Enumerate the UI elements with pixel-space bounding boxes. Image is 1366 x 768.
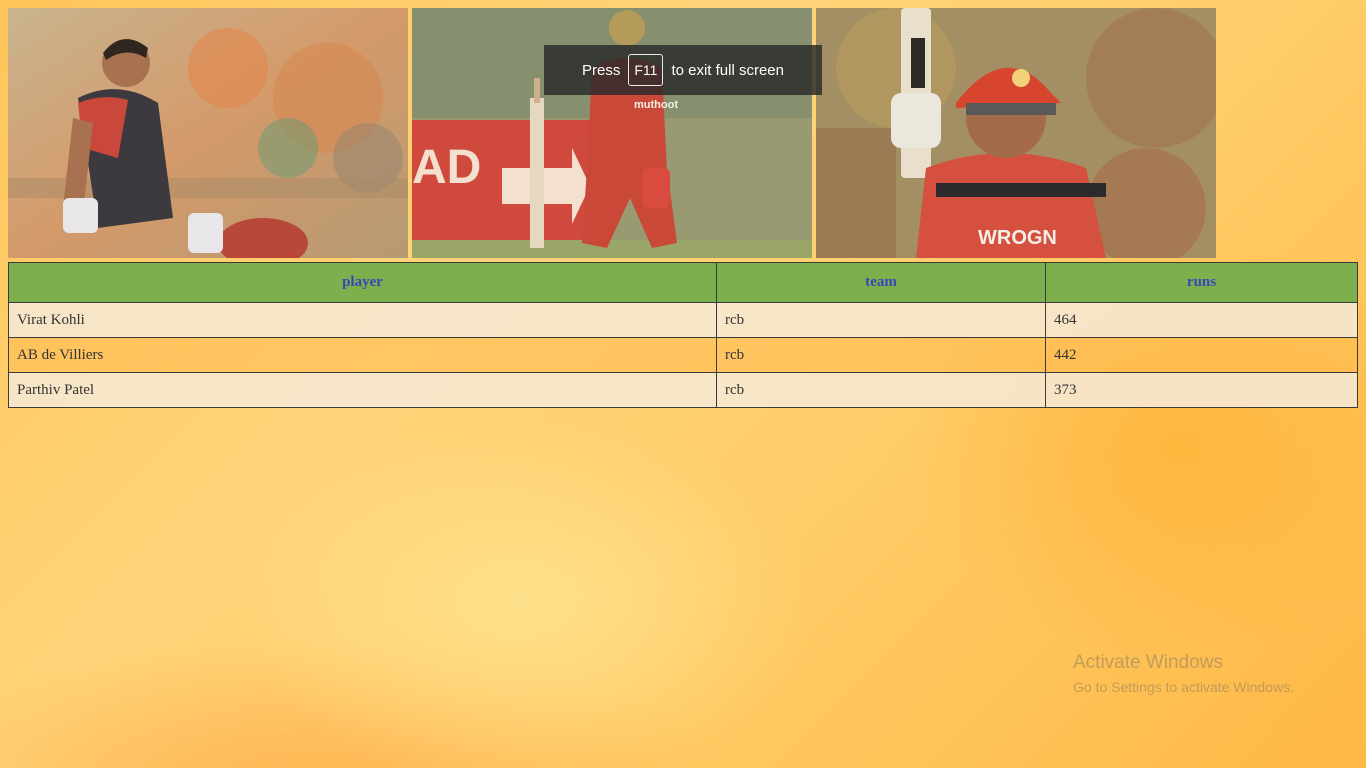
cell-team: rcb bbox=[716, 337, 1046, 373]
player-celebration-photo bbox=[8, 8, 408, 258]
fullscreen-exit-hint: Press F11 to exit full screen bbox=[544, 45, 822, 95]
cell-team: rcb bbox=[716, 372, 1046, 408]
cell-player: Parthiv Patel bbox=[8, 372, 717, 408]
player-raising-bat-photo: WROGN bbox=[816, 8, 1216, 258]
activate-windows-watermark: Activate Windows Go to Settings to activ… bbox=[1073, 651, 1294, 697]
cell-runs: 373 bbox=[1045, 372, 1358, 408]
cell-player: AB de Villiers bbox=[8, 337, 717, 373]
player-runs-table: player team runs Virat Kohli rcb 464 AB … bbox=[8, 262, 1358, 408]
svg-text:muthoot: muthoot bbox=[634, 99, 678, 111]
f11-key-badge: F11 bbox=[628, 54, 664, 86]
watermark-title: Activate Windows bbox=[1073, 652, 1223, 673]
table-row: Parthiv Patel rcb 373 bbox=[8, 372, 1358, 408]
svg-text:AD: AD bbox=[412, 141, 481, 194]
cell-team: rcb bbox=[716, 302, 1046, 338]
column-header-player: player bbox=[8, 262, 717, 303]
column-header-team: team bbox=[716, 262, 1046, 303]
column-header-runs: runs bbox=[1045, 262, 1358, 303]
table-header-row: player team runs bbox=[8, 262, 1358, 303]
table-row: Virat Kohli rcb 464 bbox=[8, 302, 1358, 338]
fullscreen-hint-suffix: to exit full screen bbox=[671, 61, 784, 79]
svg-text:WROGN: WROGN bbox=[978, 227, 1057, 249]
cell-player: Virat Kohli bbox=[8, 302, 717, 338]
fullscreen-hint-prefix: Press bbox=[582, 61, 621, 79]
table-row: AB de Villiers rcb 442 bbox=[8, 337, 1358, 373]
watermark-subtitle: Go to Settings to activate Windows. bbox=[1073, 679, 1294, 695]
cell-runs: 464 bbox=[1045, 302, 1358, 338]
cell-runs: 442 bbox=[1045, 337, 1358, 373]
